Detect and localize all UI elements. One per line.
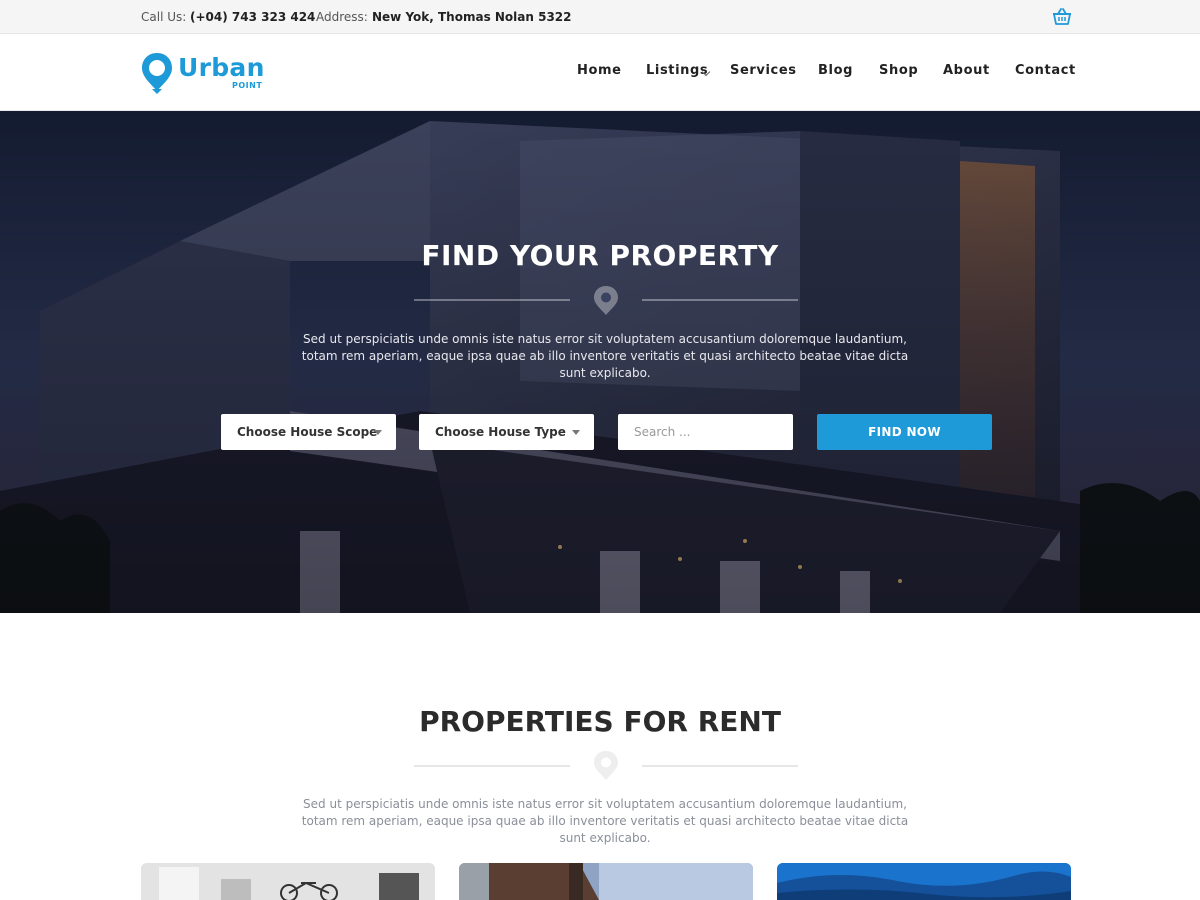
house-type-select[interactable]: Choose House Type <box>419 414 594 450</box>
find-now-button[interactable]: FIND NOW <box>817 414 992 450</box>
hero-banner: FIND YOUR PROPERTY Sed ut perspiciatis u… <box>0 111 1200 613</box>
site-logo[interactable]: Urban POINT <box>141 51 264 95</box>
property-card-image <box>777 863 1071 900</box>
rent-divider-left <box>414 765 570 767</box>
main-header: Urban POINT Home Listings Services Blog … <box>0 34 1200 111</box>
call-label: Call Us: <box>141 10 187 24</box>
nav-services[interactable]: Services <box>730 63 797 78</box>
location-pin-icon <box>594 286 618 315</box>
house-scope-select[interactable]: Choose House Scope <box>221 414 396 450</box>
nav-contact[interactable]: Contact <box>1015 63 1076 78</box>
caret-down-icon <box>374 430 382 435</box>
address-label: Address: <box>316 10 368 24</box>
address-value: New Yok, Thomas Nolan 5322 <box>372 10 572 24</box>
nav-about[interactable]: About <box>943 63 990 78</box>
location-pin-icon <box>594 751 618 780</box>
hero-description: Sed ut perspiciatis unde omnis iste natu… <box>301 332 909 380</box>
logo-wordmark: Urban <box>178 53 265 82</box>
rent-section-title: PROPERTIES FOR RENT <box>419 705 781 738</box>
logo-subtext: POINT <box>232 81 263 90</box>
nav-home[interactable]: Home <box>577 63 622 78</box>
nav-listings[interactable]: Listings <box>646 63 708 78</box>
location-pin-logo-icon <box>142 53 172 94</box>
property-card-image <box>459 863 753 900</box>
caret-down-icon <box>572 430 580 435</box>
hero-divider-right <box>642 299 798 301</box>
search-input[interactable] <box>618 414 793 450</box>
property-card[interactable] <box>459 863 753 900</box>
nav-shop[interactable]: Shop <box>879 63 918 78</box>
rent-description: Sed ut perspiciatis unde omnis iste natu… <box>301 797 909 845</box>
property-card[interactable] <box>777 863 1071 900</box>
hero-divider-left <box>414 299 570 301</box>
property-card[interactable] <box>141 863 435 900</box>
rent-divider-right <box>642 765 798 767</box>
house-scope-value: Choose House Scope <box>237 425 378 439</box>
top-info-bar: Call Us: (+04) 743 323 424 Address: New … <box>0 0 1200 34</box>
nav-blog[interactable]: Blog <box>818 63 853 78</box>
house-type-value: Choose House Type <box>435 425 566 439</box>
hero-title: FIND YOUR PROPERTY <box>421 239 779 272</box>
call-value[interactable]: (+04) 743 323 424 <box>190 0 315 34</box>
property-card-image <box>141 863 435 900</box>
basket-icon[interactable] <box>1051 6 1073 28</box>
